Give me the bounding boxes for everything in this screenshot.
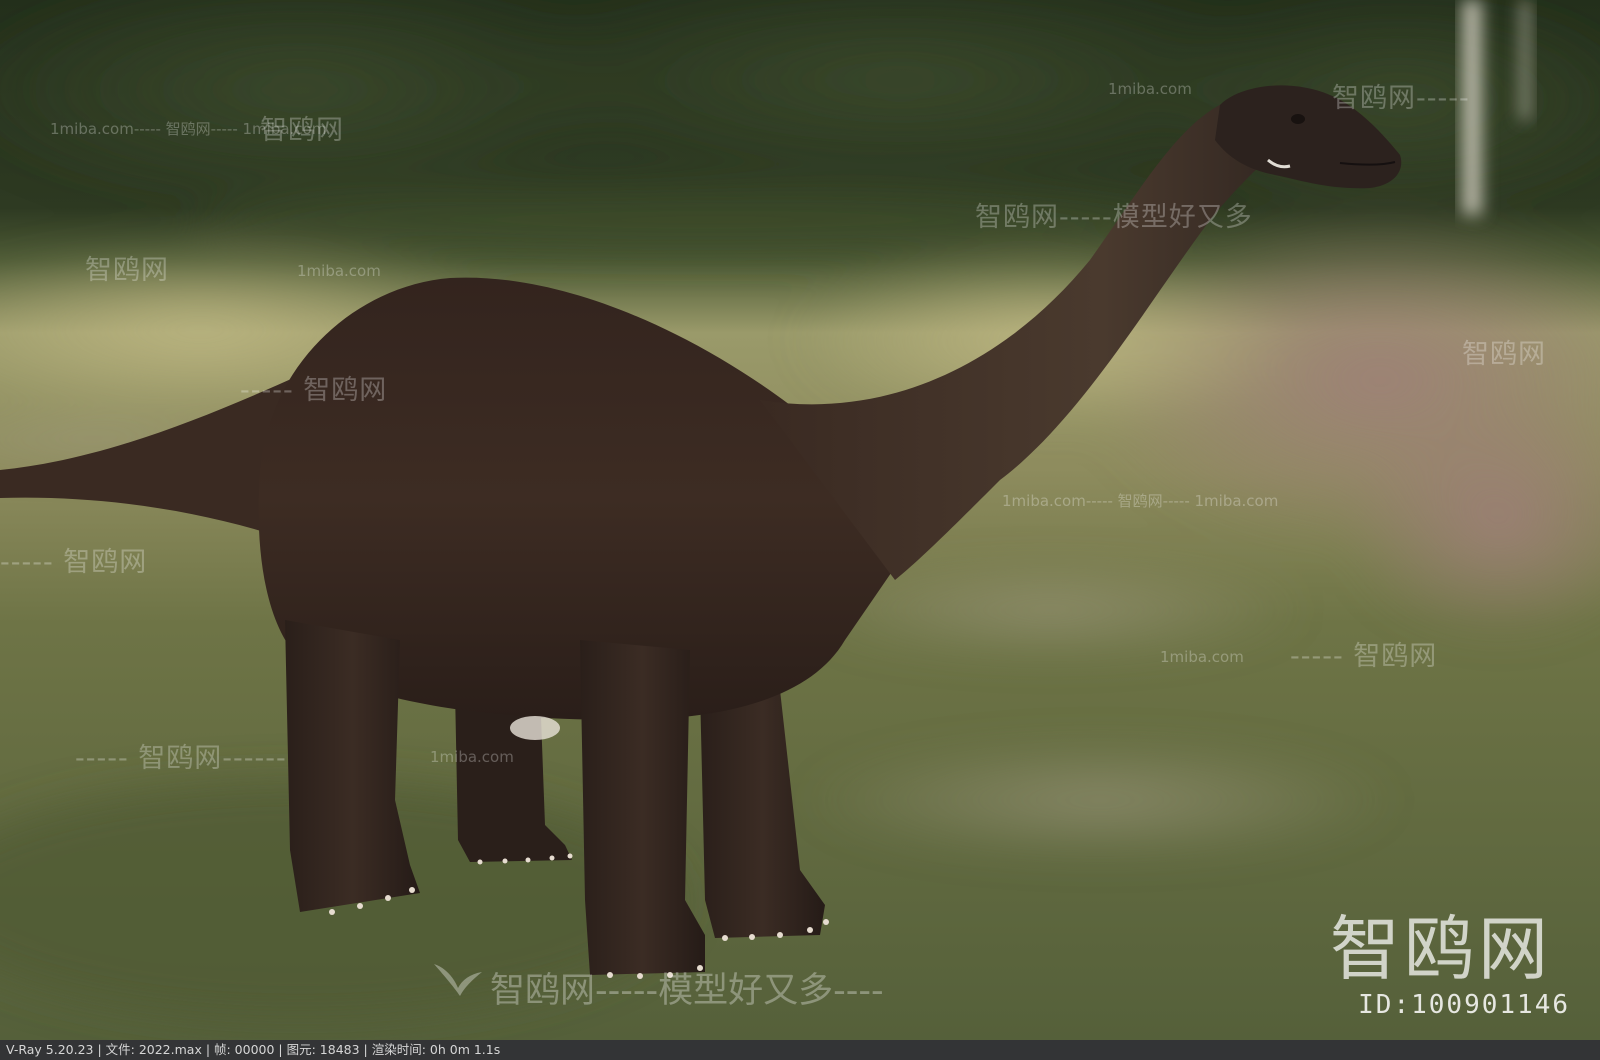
bird-logo-icon [434, 964, 482, 996]
brand-logo: 智鸥网 [1330, 908, 1552, 990]
slogan-watermark: 智鸥网-----模型好又多---- [490, 971, 884, 1011]
render-frame: 1miba.com----- 智鸥网----- 1miba.com 智鸥网 1m… [0, 0, 1600, 1060]
model-id: ID:100901146 [1358, 990, 1570, 1020]
render-status-bar: V-Ray 5.20.23 | 文件: 2022.max | 帧: 00000 … [0, 1040, 1600, 1060]
render-image [0, 0, 1600, 1040]
